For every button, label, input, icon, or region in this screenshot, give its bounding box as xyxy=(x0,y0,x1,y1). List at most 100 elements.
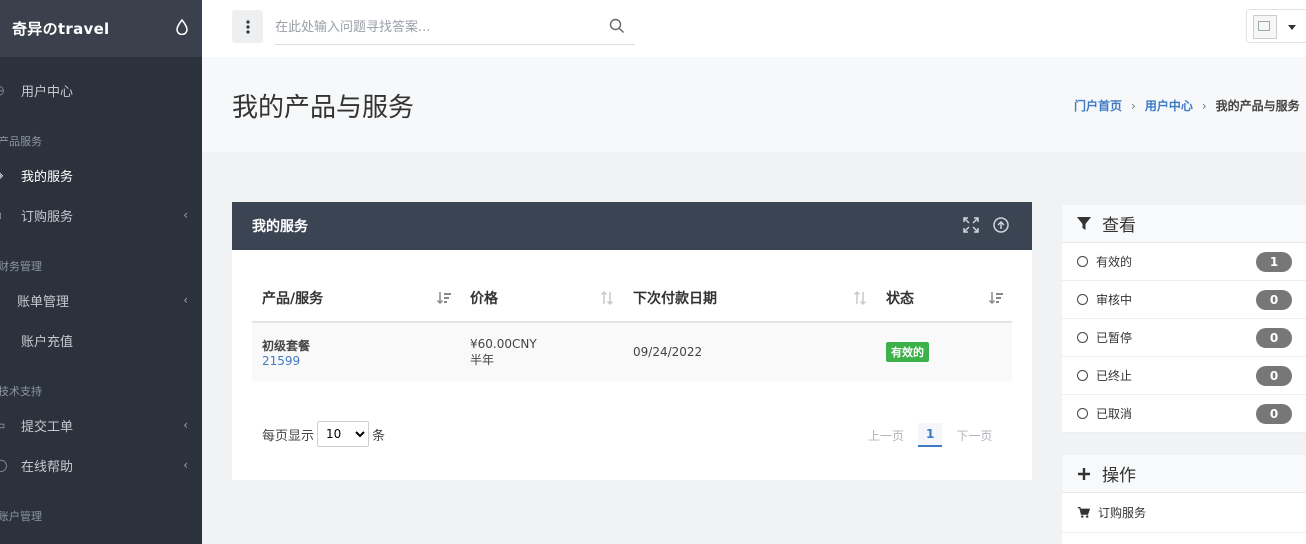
more-menu-button[interactable] xyxy=(232,10,263,43)
sidebar: 奇异のtravel ◷ 用户中心 产品服务 ◈ 我的服务 ▫ 订购服务 ‹ 财务… xyxy=(0,0,202,544)
sidebar-section-finance: 财务管理 xyxy=(0,260,42,273)
clock-icon: ◷ xyxy=(0,83,4,97)
action-label: 订购服务 xyxy=(1098,506,1147,520)
sidebar-item-online-help[interactable]: ◯ 在线帮助 ‹ xyxy=(0,445,202,485)
actions-header: 操作 xyxy=(1062,455,1306,493)
cart-icon: ▫ xyxy=(0,208,2,222)
cart-icon xyxy=(1077,506,1090,518)
actions-box: 操作 订购服务 xyxy=(1062,455,1306,544)
pagination: 上一页 1 下一页 xyxy=(868,423,992,447)
sidebar-section-products: 产品服务 xyxy=(0,135,42,148)
filter-item-label: 已暂停 xyxy=(1096,331,1133,345)
column-header-label: 价格 xyxy=(470,290,498,307)
breadcrumb: 门户首页 › 用户中心 › 我的产品与服务 xyxy=(1074,97,1300,114)
actions-title: 操作 xyxy=(1102,466,1136,486)
table-row[interactable]: 初级套餐 21599 ¥60.00CNY 半年 09/24/2022 有效的 xyxy=(252,322,1012,381)
panel-title: 我的服务 xyxy=(252,219,308,235)
count-badge: 0 xyxy=(1256,328,1292,348)
sidebar-item-label: 在线帮助 xyxy=(21,459,74,475)
filter-box: 查看 有效的 1 审核中 0 已暂停 0 已终止 0 已取消 0 xyxy=(1062,205,1306,433)
sidebar-item-user-center[interactable]: ◷ 用户中心 xyxy=(0,70,202,110)
services-panel: 我的服务 产品/服务 价格 下次付款日期 状态 初级套餐 21599 ¥60.0… xyxy=(232,202,1032,480)
column-header-next-due[interactable]: 下次付款日期 xyxy=(623,274,876,323)
page-number-button[interactable]: 1 xyxy=(918,423,943,447)
column-header-price[interactable]: 价格 xyxy=(460,274,623,323)
sidebar-item-order-services[interactable]: ▫ 订购服务 ‹ xyxy=(0,195,202,235)
breadcrumb-current: 我的产品与服务 xyxy=(1215,99,1300,113)
sort-icon xyxy=(853,290,867,306)
help-icon: ◯ xyxy=(0,458,8,472)
ticket-icon: ▭ xyxy=(0,418,5,432)
radio-icon xyxy=(1077,294,1088,305)
filter-item-label: 已终止 xyxy=(1096,369,1133,383)
sidebar-item-label: 账户充值 xyxy=(21,334,74,350)
cube-icon: ◈ xyxy=(0,168,3,182)
sidebar-section-account: 账户管理 xyxy=(0,510,42,523)
sidebar-item-label: 账单管理 xyxy=(17,294,70,310)
filter-item-suspended[interactable]: 已暂停 0 xyxy=(1062,319,1306,357)
page-size-select[interactable]: 10 xyxy=(317,421,370,447)
count-badge: 0 xyxy=(1256,404,1292,424)
sidebar-item-submit-ticket[interactable]: ▭ 提交工单 ‹ xyxy=(0,405,202,445)
cell-price: ¥60.00CNY 半年 xyxy=(460,322,623,381)
brand-name[interactable]: 奇异のtravel xyxy=(12,18,109,39)
filter-item-label: 已取消 xyxy=(1096,407,1133,421)
count-badge: 0 xyxy=(1256,366,1292,386)
price-amount: ¥60.00CNY xyxy=(470,336,537,351)
prev-page-button[interactable]: 上一页 xyxy=(868,427,904,444)
droplet-icon[interactable] xyxy=(176,18,188,39)
column-header-label: 产品/服务 xyxy=(262,290,324,307)
count-badge: 0 xyxy=(1256,290,1292,310)
panel-header: 我的服务 xyxy=(232,202,1032,250)
product-id-link[interactable]: 21599 xyxy=(262,354,460,368)
sort-desc-icon xyxy=(436,292,451,305)
filter-item-terminated[interactable]: 已终止 0 xyxy=(1062,357,1306,395)
sidebar-section-support: 技术支持 xyxy=(0,385,42,398)
chevron-left-icon: ‹ xyxy=(183,293,188,307)
user-menu-button[interactable] xyxy=(1246,9,1306,43)
fullscreen-icon[interactable] xyxy=(962,216,980,234)
page-header: 我的产品与服务 门户首页 › 用户中心 › 我的产品与服务 xyxy=(202,57,1306,152)
page-title: 我的产品与服务 xyxy=(232,93,415,123)
sidebar-item-billing[interactable]: 账单管理 ‹ xyxy=(0,280,202,320)
breadcrumb-user-center[interactable]: 用户中心 xyxy=(1145,99,1193,113)
action-order-services[interactable]: 订购服务 xyxy=(1062,493,1306,533)
next-page-button[interactable]: 下一页 xyxy=(956,427,992,444)
column-header-status[interactable]: 状态 xyxy=(876,274,1012,323)
search-icon[interactable] xyxy=(609,18,625,34)
sidebar-item-label: 订购服务 xyxy=(21,209,74,225)
page-size-suffix: 条 xyxy=(372,428,386,444)
sidebar-item-label: 用户中心 xyxy=(21,84,74,100)
filter-item-cancelled[interactable]: 已取消 0 xyxy=(1062,395,1306,433)
breadcrumb-home[interactable]: 门户首页 xyxy=(1074,99,1122,113)
top-bar xyxy=(202,0,1306,57)
sidebar-item-recharge[interactable]: 账户充值 xyxy=(0,320,202,360)
radio-icon xyxy=(1077,332,1088,343)
filter-item-label: 审核中 xyxy=(1096,293,1133,307)
avatar xyxy=(1253,15,1277,39)
column-header-label: 下次付款日期 xyxy=(633,290,717,307)
cell-status: 有效的 xyxy=(876,322,1012,381)
chevron-left-icon: ‹ xyxy=(183,458,188,472)
column-header-label: 状态 xyxy=(886,290,914,307)
filter-icon xyxy=(1077,216,1091,230)
services-table: 产品/服务 价格 下次付款日期 状态 初级套餐 21599 ¥60.00CNY … xyxy=(252,274,1012,381)
cell-product: 初级套餐 21599 xyxy=(252,322,460,381)
count-badge: 1 xyxy=(1256,252,1292,272)
filter-item-active[interactable]: 有效的 1 xyxy=(1062,243,1306,281)
search-input[interactable] xyxy=(275,12,595,42)
vertical-dots-icon xyxy=(245,19,250,34)
filter-header: 查看 xyxy=(1062,205,1306,243)
radio-icon xyxy=(1077,370,1088,381)
sort-desc-icon xyxy=(988,292,1003,305)
column-header-product[interactable]: 产品/服务 xyxy=(252,274,460,323)
filter-item-pending[interactable]: 审核中 0 xyxy=(1062,281,1306,319)
chevron-left-icon: ‹ xyxy=(183,418,188,432)
sidebar-item-my-services[interactable]: ◈ 我的服务 xyxy=(0,155,202,195)
table-header-row: 产品/服务 价格 下次付款日期 状态 xyxy=(252,274,1012,323)
caret-down-icon xyxy=(1288,25,1296,30)
collapse-icon[interactable] xyxy=(992,216,1010,234)
page-size-control: 每页显示 10 条 xyxy=(262,421,385,447)
chevron-right-icon: › xyxy=(1201,99,1207,113)
radio-icon xyxy=(1077,408,1088,419)
